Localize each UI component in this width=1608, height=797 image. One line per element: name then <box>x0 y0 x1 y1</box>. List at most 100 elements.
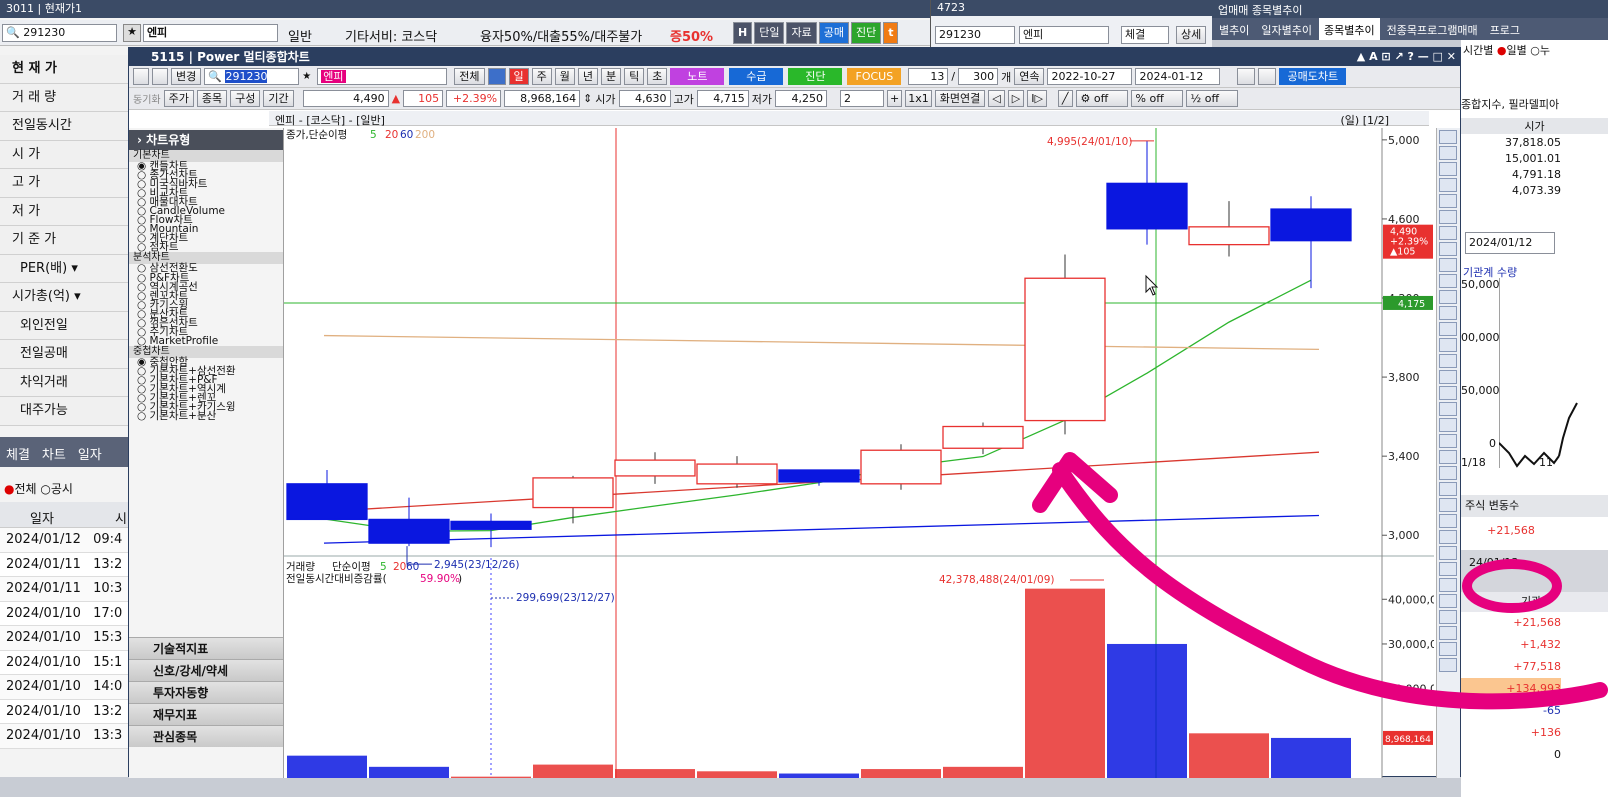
drawing-tool-icon[interactable] <box>1439 306 1457 320</box>
indicator-menu-item[interactable]: 신호/강세/약세 <box>129 659 283 681</box>
drawing-tool-icon[interactable] <box>1439 194 1457 208</box>
next-icon[interactable]: ▷ <box>1007 90 1025 107</box>
t-button[interactable]: t <box>883 22 899 44</box>
main-code-input[interactable]: 🔍 291230 <box>204 68 300 85</box>
drawing-tool-icon[interactable] <box>1439 594 1457 608</box>
radio-notice-icon[interactable]: ○ <box>40 482 50 496</box>
filter-all[interactable]: 전체 <box>14 482 36 496</box>
period-week-button[interactable]: 주 <box>531 68 552 85</box>
star-icon[interactable]: ★ <box>302 71 314 82</box>
drawing-tool-icon[interactable] <box>1439 482 1457 496</box>
period-day-button[interactable]: 일 <box>508 68 529 85</box>
all-button[interactable]: 전체 <box>454 68 485 85</box>
drawing-tool-icon[interactable] <box>1439 610 1457 624</box>
rtab-1[interactable]: 일자별추이 <box>1256 18 1317 40</box>
short-sale-chart-button[interactable]: 공매도차트 <box>1279 68 1347 85</box>
w4723-code-input[interactable]: 291230 <box>935 26 1015 44</box>
drawing-tool-icon[interactable] <box>1439 370 1457 384</box>
drawing-tool-icon[interactable] <box>1439 450 1457 464</box>
refresh-icon[interactable] <box>487 68 506 85</box>
continuous-button[interactable]: 연속 <box>1014 68 1045 85</box>
drawing-tool-icon[interactable] <box>1439 354 1457 368</box>
focus-button[interactable]: FOCUS <box>847 68 902 85</box>
tab-daily[interactable]: 일자 <box>72 437 108 467</box>
w4723-name-field[interactable]: 엔피 <box>1019 26 1109 44</box>
radio-cum-icon[interactable]: ○ <box>1530 44 1540 57</box>
save-chart-icon[interactable] <box>1237 68 1256 85</box>
analysis-option[interactable]: MarketProfile <box>129 336 283 347</box>
config-button[interactable]: 구성 <box>230 90 261 107</box>
table-row[interactable]: 2024/01/12 09:4 <box>0 528 128 553</box>
indicator-menu-item[interactable]: 재무지표 <box>129 703 283 725</box>
drawing-tool-icon[interactable] <box>1439 434 1457 448</box>
rtab-0[interactable]: 별추이 <box>1214 18 1254 40</box>
label-market-cap[interactable]: 시가총(억) ▾ <box>0 283 128 312</box>
period-year-button[interactable]: 년 <box>577 68 598 85</box>
drawing-tool-icon[interactable] <box>1439 226 1457 240</box>
table-row[interactable]: 2024/01/11 13:2 <box>0 552 128 577</box>
drawing-tool-icon[interactable] <box>1439 546 1457 560</box>
table-row[interactable]: 2024/01/10 17:0 <box>0 601 128 626</box>
window-controls-icon[interactable]: ▲ A ⊡ ↗ ? — □ ✕ <box>1357 48 1456 66</box>
drawing-tool-icon[interactable] <box>1439 386 1457 400</box>
split-select[interactable]: 2 <box>840 90 885 107</box>
indicator-menu-item[interactable]: 관심종목 <box>129 725 283 747</box>
indicator-menu-item[interactable]: 기술적지표 <box>129 637 283 659</box>
date-to-field[interactable]: 2024-01-12 <box>1135 68 1221 85</box>
bg-code-input[interactable]: 🔍 291230 <box>2 24 117 42</box>
toggle-off-1[interactable]: ⚙ off <box>1075 90 1128 107</box>
h-button[interactable]: H <box>733 22 753 44</box>
overlay-option[interactable]: 기본차트+분산 <box>129 411 283 422</box>
table-row[interactable]: 2024/01/11 10:3 <box>0 577 128 602</box>
drawing-tool-icon[interactable] <box>1439 210 1457 224</box>
drawing-tool-icon[interactable] <box>1439 562 1457 576</box>
drawing-tool-icon[interactable] <box>1439 626 1457 640</box>
stock-price-button[interactable]: 주가 <box>163 90 194 107</box>
count-field[interactable]: 13 <box>908 68 949 85</box>
main-name-field[interactable]: 엔피 <box>317 68 448 85</box>
toggle-off-3[interactable]: ½ off <box>1185 90 1238 107</box>
table-row[interactable]: 2024/01/10 15:3 <box>0 626 128 651</box>
save-icon[interactable] <box>152 68 168 85</box>
draw-icon[interactable]: ╱ <box>1057 90 1073 107</box>
item-button[interactable]: 종목 <box>196 90 228 107</box>
screen-link-button[interactable]: 화면연결 <box>934 90 986 107</box>
table-row[interactable]: 2024/01/10 14:0 <box>0 675 128 700</box>
stepper-icon[interactable]: ⇕ <box>583 92 592 105</box>
crosshair-icon[interactable]: + <box>887 90 903 107</box>
right-date-field[interactable]: 2024/01/12 <box>1465 232 1555 254</box>
tab-chart[interactable]: 차트 <box>36 437 72 467</box>
period-second-button[interactable]: 초 <box>647 68 668 85</box>
drawing-tool-icon[interactable] <box>1439 642 1457 656</box>
radio-daily[interactable]: 일별 <box>1506 44 1526 57</box>
diagnosis-main-button[interactable]: 진단 <box>788 68 843 85</box>
radio-cum[interactable]: 누 <box>1540 44 1550 57</box>
period-tick-button[interactable]: 틱 <box>624 68 645 85</box>
rtab-4[interactable]: 프로그 <box>1485 18 1525 40</box>
indicator-menu-item[interactable]: 투자자동향 <box>129 681 283 703</box>
label-per[interactable]: PER(배) ▾ <box>0 254 128 283</box>
drawing-tool-icon[interactable] <box>1439 242 1457 256</box>
supply-button[interactable]: 수급 <box>729 68 784 85</box>
one-by-one-icon[interactable]: 1x1 <box>905 90 932 107</box>
prev-icon[interactable]: ◁ <box>988 90 1005 107</box>
w4723-detail-button[interactable]: 상세 <box>1176 26 1207 44</box>
drawing-tool-icon[interactable] <box>1439 418 1457 432</box>
total-field[interactable]: 300 <box>958 68 999 85</box>
drawing-tool-icon[interactable] <box>1439 178 1457 192</box>
w4723-select[interactable]: 체결 <box>1121 26 1169 44</box>
table-row[interactable]: 2024/01/10 15:1 <box>0 650 128 675</box>
drawing-tool-icon[interactable] <box>1439 402 1457 416</box>
period-minute-button[interactable]: 분 <box>601 68 622 85</box>
layout-icon[interactable] <box>133 68 149 85</box>
drawing-tool-icon[interactable] <box>1439 130 1457 144</box>
drawing-tool-icon[interactable] <box>1439 658 1457 672</box>
drawing-tool-icon[interactable] <box>1439 514 1457 528</box>
radio-time[interactable]: 시간별 <box>1463 44 1493 57</box>
share-icon[interactable] <box>1258 68 1277 85</box>
diagnosis-button[interactable]: 진단 <box>850 22 882 44</box>
drawing-tool-icon[interactable] <box>1439 258 1457 272</box>
drawing-tool-icon[interactable] <box>1439 578 1457 592</box>
rtab-3[interactable]: 전종목프로그램매매 <box>1382 18 1483 40</box>
bg-name-field[interactable]: 엔피 <box>143 24 278 42</box>
